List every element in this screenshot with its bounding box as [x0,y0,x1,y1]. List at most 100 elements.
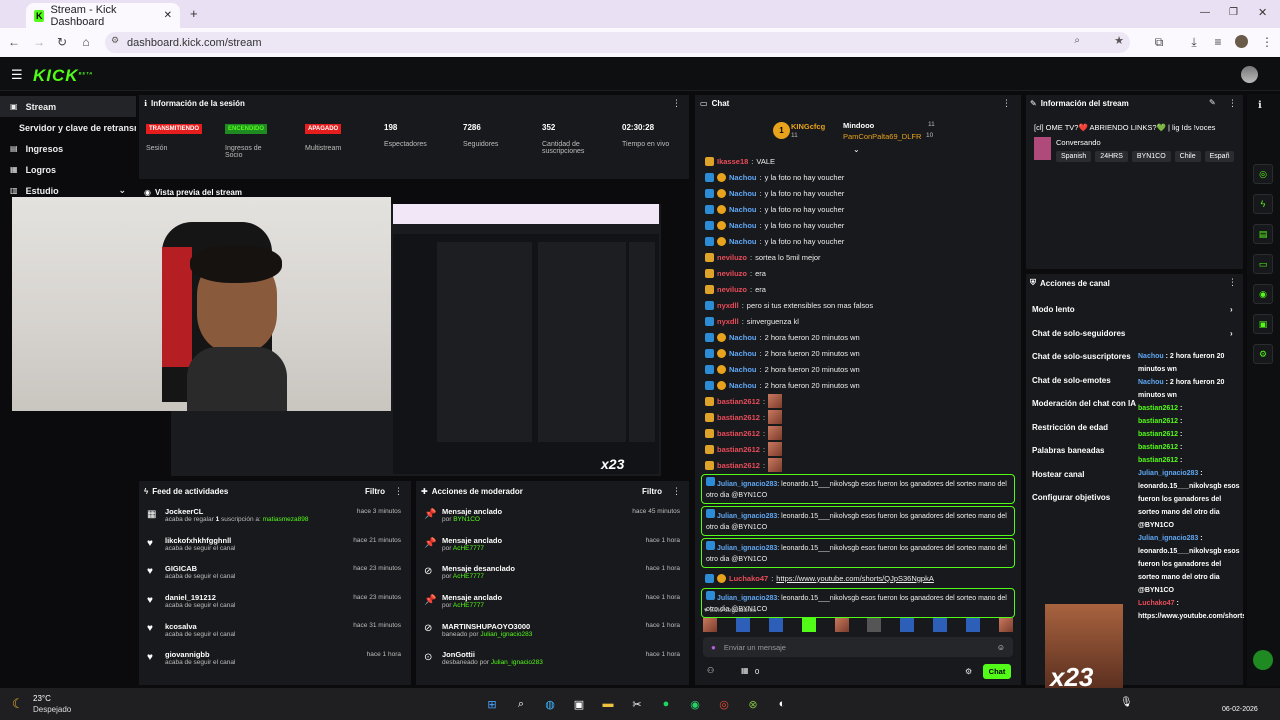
close-window-icon[interactable]: ✕ [1258,6,1267,19]
emote-item[interactable] [998,618,1013,632]
chat-username[interactable]: bastian2612 [717,461,760,470]
rail-settings-icon[interactable]: ⚙ [1253,344,1273,364]
emote-item[interactable] [834,618,849,632]
feed-menu-icon[interactable]: ⋮ [394,486,403,497]
chat-username[interactable]: Nachou [729,237,757,246]
rail-chat-icon[interactable]: ▭ [1253,254,1273,274]
chat-username[interactable]: bastian2612 [717,413,760,422]
chrome-icon[interactable]: ◎ [714,694,734,714]
action-emotes-only[interactable]: Chat de solo-emotes [1026,369,1136,393]
home-icon[interactable]: ⌂ [77,35,95,49]
chat-menu-icon[interactable]: ⋮ [1002,98,1011,109]
chat-username[interactable]: Nachou [729,333,757,342]
sidebar-item-ingresos[interactable]: ▤ Ingresos [0,138,136,159]
tag-chip[interactable]: BYN1CO [1131,151,1171,162]
users-icon[interactable]: ⚇ [707,666,714,675]
tag-chip[interactable]: Españ [1204,151,1235,162]
action-subs-only[interactable]: Chat de solo-suscriptores [1026,345,1136,369]
chat-username[interactable]: Nachou [729,173,757,182]
chevron-right-icon[interactable]: › [1230,329,1233,338]
tag-chip[interactable]: 24HRS [1095,151,1128,162]
chat-input[interactable]: ● Enviar un mensaje ☺ [703,637,1013,657]
chat-username[interactable]: Nachou [729,189,757,198]
info-icon[interactable]: ℹ [1258,100,1262,111]
feed-filter-button[interactable]: Filtro [365,487,385,496]
sidebar-item-logros[interactable]: ▦ Logros [0,159,136,180]
kick-logo[interactable]: KICKBETA [33,66,93,86]
kick-gift-icon[interactable]: ▦ [741,666,749,675]
action-slow-mode[interactable]: Modo lento › [1026,298,1233,322]
action-ai-moderation[interactable]: Moderación del chat con IA [1026,392,1136,416]
close-tab-icon[interactable]: ✕ [164,10,172,21]
back-icon[interactable]: ← [5,35,23,49]
emote-item[interactable] [703,618,717,632]
chevron-down-icon[interactable]: ⌄ [118,185,126,196]
emote-item[interactable] [801,618,816,632]
site-info-icon[interactable]: ⚙ [111,35,119,46]
spotify-icon[interactable]: ● [656,694,676,714]
chat-username[interactable]: Ikasse18 [717,157,748,166]
chat-username[interactable]: nyxdll [717,301,739,310]
chat-username[interactable]: Nachou [729,221,757,230]
download-icon[interactable]: ⤓ [1185,35,1203,50]
whatsapp-icon[interactable]: ◉ [685,694,705,714]
chat-username[interactable]: bastian2612 [717,397,760,406]
zoom-icon[interactable]: ⌕ [1074,35,1080,46]
chat-username[interactable]: neviluzo [717,269,747,278]
chat-username[interactable]: neviluzo [717,285,747,294]
store-icon[interactable]: ▣ [569,694,589,714]
chat-bubble-icon[interactable] [1253,650,1273,670]
browser-tab[interactable]: K Stream - Kick Dashboard ✕ [26,3,180,28]
rail-screen-icon[interactable]: ▣ [1253,314,1273,334]
user-avatar[interactable] [1241,66,1258,83]
obs-icon[interactable]: ◐ [772,694,792,714]
action-goals[interactable]: Configurar objetivos [1026,486,1136,510]
search-icon[interactable]: ⌕ [511,694,531,714]
emote-item[interactable] [933,618,948,632]
start-icon[interactable]: ⊞ [482,694,502,714]
edit-icon[interactable]: ✎ [1209,98,1216,107]
bookmark-star-icon[interactable]: ★ [1114,34,1124,47]
chat-link[interactable]: https://www.youtube.com/shorts/QJpS36Ngp… [776,574,934,583]
chat-username[interactable]: bastian2612 [717,445,760,454]
modactions-menu-icon[interactable]: ⋮ [672,486,681,497]
sidebar-item-stream[interactable]: ▣ Stream [0,96,136,117]
rail-broadcast-icon[interactable]: ◉ [1253,284,1273,304]
chat-username[interactable]: nyxdll [717,317,739,326]
emote-item[interactable] [966,618,980,632]
hamburger-menu-icon[interactable]: ☰ [11,67,23,83]
snipping-icon[interactable]: ✂ [627,694,647,714]
streaminfo-menu-icon[interactable]: ⋮ [1228,98,1237,109]
action-age-restriction[interactable]: Restricción de edad [1026,416,1136,440]
emote-item[interactable] [900,618,915,632]
action-followers-only[interactable]: Chat de solo-seguidores › [1026,322,1233,346]
session-menu-icon[interactable]: ⋮ [672,98,681,109]
action-host-channel[interactable]: Hostear canal [1026,463,1136,487]
chevron-right-icon[interactable]: › [1230,305,1233,314]
edge-icon[interactable]: ◍ [540,694,560,714]
settings-icon[interactable]: ⚙ [965,667,972,676]
rail-bolt-icon[interactable]: ϟ [1253,194,1273,214]
tab-search-icon[interactable]: ≡ [1209,35,1227,49]
reload-icon[interactable]: ↻ [53,35,71,49]
chat-username[interactable]: Nachou [729,349,757,358]
xbox-icon[interactable]: ⊗ [743,694,763,714]
profile-avatar[interactable] [1235,35,1248,48]
tag-chip[interactable]: Spanish [1056,151,1092,162]
sidebar-item-server-key[interactable]: Servidor y clave de retransmisión [0,117,136,138]
mic-icon[interactable]: ● [711,643,716,652]
maximize-icon[interactable]: ❐ [1229,7,1238,18]
action-banned-words[interactable]: Palabras baneadas [1026,439,1136,463]
emote-item[interactable] [768,618,783,632]
chat-username[interactable]: neviluzo [717,253,747,262]
rail-camera-icon[interactable]: ◎ [1253,164,1273,184]
minimize-icon[interactable]: — [1200,7,1210,18]
tag-chip[interactable]: Chile [1174,151,1201,162]
new-tab-button[interactable]: + [190,6,198,21]
extensions-icon[interactable]: ⧉ [1150,35,1168,50]
mic-tray-icon[interactable]: 🎙 [1120,697,1133,708]
chat-username[interactable]: Nachou [729,365,757,374]
emote-item[interactable] [867,618,882,632]
explorer-icon[interactable]: ▬ [598,694,618,714]
forward-icon[interactable]: → [30,35,48,49]
